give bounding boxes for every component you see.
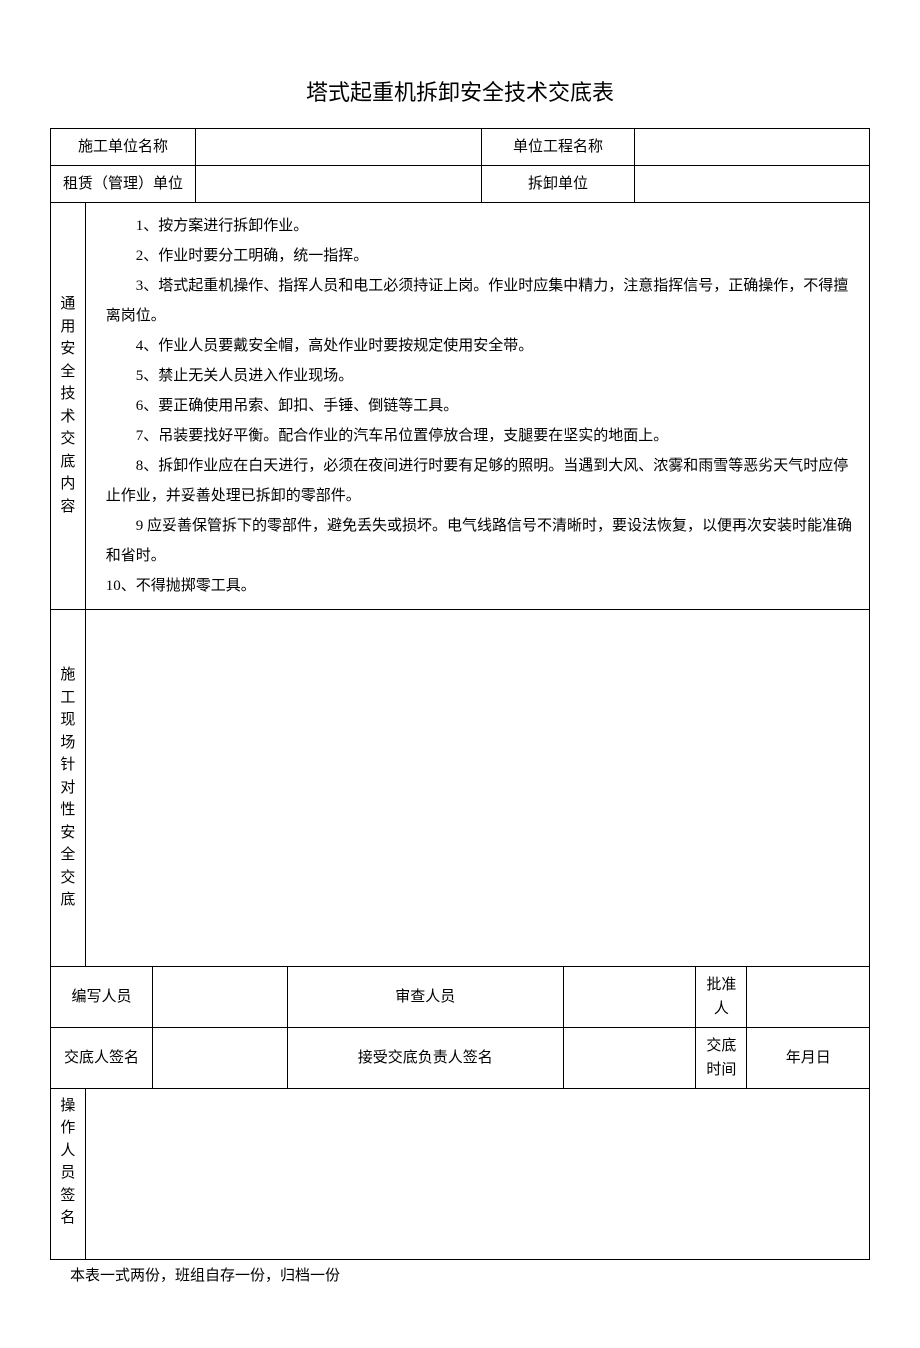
- reviewer-value: [563, 966, 696, 1027]
- lease-unit-value: [196, 165, 482, 202]
- rule-4: 4、作业人员要戴安全帽，高处作业时要按规定使用安全带。: [106, 331, 861, 361]
- rule-2: 2、作业时要分工明确，统一指挥。: [106, 241, 861, 271]
- operator-sign-row: 操作人员签名: [51, 1088, 870, 1259]
- receiver-sign-label: 接受交底负责人签名: [287, 1027, 563, 1088]
- page-title: 塔式起重机拆卸安全技术交底表: [50, 75, 870, 110]
- disclosure-time-value: 年月日: [747, 1027, 870, 1088]
- approval-row-2: 交底人签名 接受交底负责人签名 交底时间 年月日: [51, 1027, 870, 1088]
- rule-6: 6、要正确使用吊索、卸扣、手锤、倒链等工具。: [106, 391, 861, 421]
- operator-sign-area: [85, 1088, 869, 1259]
- disassembly-unit-value: [635, 165, 870, 202]
- header-row-2: 租赁（管理）单位 拆卸单位: [51, 165, 870, 202]
- header-row-1: 施工单位名称 单位工程名称: [51, 128, 870, 165]
- reviewer-label: 审查人员: [287, 966, 563, 1027]
- form-table: 施工单位名称 单位工程名称 租赁（管理）单位 拆卸单位 通用安全技术交底内容 1…: [50, 128, 870, 1260]
- rule-7: 7、吊装要找好平衡。配合作业的汽车吊位置停放合理，支腿要在坚实的地面上。: [106, 421, 861, 451]
- approver-value: [747, 966, 870, 1027]
- general-safety-row: 通用安全技术交底内容 1、按方案进行拆卸作业。 2、作业时要分工明确，统一指挥。…: [51, 202, 870, 609]
- construction-unit-label: 施工单位名称: [51, 128, 196, 165]
- operator-sign-label: 操作人员签名: [51, 1088, 86, 1259]
- site-specific-row: 施工现场针对性安全交底: [51, 609, 870, 966]
- discloser-sign-label: 交底人签名: [51, 1027, 153, 1088]
- site-specific-content: [85, 609, 869, 966]
- rule-10: 10、不得抛掷零工具。: [106, 571, 861, 601]
- writer-value: [153, 966, 288, 1027]
- rule-8: 8、拆卸作业应在白天进行，必须在夜间进行时要有足够的照明。当遇到大风、浓雾和雨雪…: [106, 451, 861, 511]
- writer-label: 编写人员: [51, 966, 153, 1027]
- general-safety-label: 通用安全技术交底内容: [51, 202, 86, 609]
- receiver-sign-value: [563, 1027, 696, 1088]
- disclosure-time-label: 交底时间: [696, 1027, 747, 1088]
- rule-9: 9 应妥善保管拆下的零部件，避免丢失或损坏。电气线路信号不清晰时，要设法恢复，以…: [106, 511, 861, 571]
- rule-1: 1、按方案进行拆卸作业。: [106, 211, 861, 241]
- general-safety-content: 1、按方案进行拆卸作业。 2、作业时要分工明确，统一指挥。 3、塔式起重机操作、…: [85, 202, 869, 609]
- rule-5: 5、禁止无关人员进入作业现场。: [106, 361, 861, 391]
- approval-row-1: 编写人员 审查人员 批准人: [51, 966, 870, 1027]
- approver-label: 批准人: [696, 966, 747, 1027]
- construction-unit-value: [196, 128, 482, 165]
- project-name-label: 单位工程名称: [481, 128, 634, 165]
- disassembly-unit-label: 拆卸单位: [481, 165, 634, 202]
- site-specific-label: 施工现场针对性安全交底: [51, 609, 86, 966]
- discloser-sign-value: [153, 1027, 288, 1088]
- footer-note: 本表一式两份，班组自存一份，归档一份: [50, 1264, 870, 1288]
- project-name-value: [635, 128, 870, 165]
- lease-unit-label: 租赁（管理）单位: [51, 165, 196, 202]
- rule-3: 3、塔式起重机操作、指挥人员和电工必须持证上岗。作业时应集中精力，注意指挥信号，…: [106, 271, 861, 331]
